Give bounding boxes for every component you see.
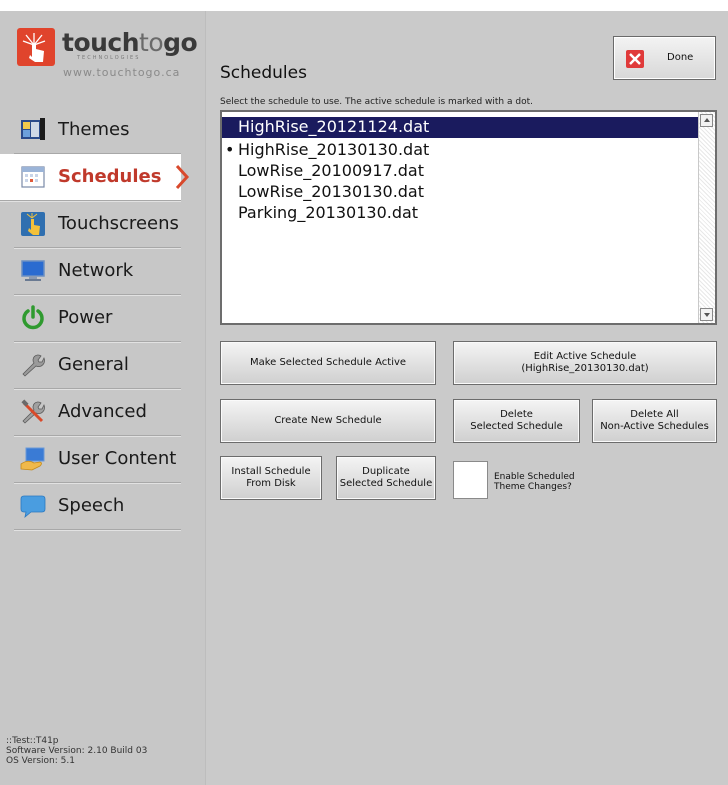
sidebar-item-label: Schedules: [58, 166, 162, 187]
make-active-button[interactable]: Make Selected Schedule Active: [220, 341, 436, 385]
schedule-list[interactable]: HighRise_20121124.dat • HighRise_2013013…: [220, 110, 717, 325]
sidebar-item-label: Themes: [58, 119, 130, 140]
sidebar-item-network[interactable]: Network: [14, 248, 181, 295]
create-new-label: Create New Schedule: [274, 415, 382, 426]
schedule-name: HighRise_20130130.dat: [238, 140, 430, 159]
scroll-down-button[interactable]: [700, 308, 713, 321]
speech-bubble-icon: [20, 495, 46, 519]
device-name: ::Test::T41p: [6, 736, 59, 746]
list-item[interactable]: LowRise_20100917.dat: [222, 161, 698, 182]
duplicate-button[interactable]: Duplicate Selected Schedule: [336, 456, 436, 500]
touch-hand-logo-icon: [17, 28, 55, 66]
sidebar-item-label: Network: [58, 260, 134, 281]
sidebar-item-label: User Content: [58, 448, 177, 469]
monitor-icon: [21, 260, 45, 281]
close-icon: [626, 50, 644, 68]
software-version: Software Version: 2.10 Build 03: [6, 746, 148, 756]
enable-theme-changes-label: Enable Scheduled Theme Changes?: [494, 472, 575, 492]
brand-wordmark: touchtogo: [62, 28, 198, 57]
sidebar-item-schedules[interactable]: Schedules: [0, 154, 190, 201]
edit-active-button[interactable]: Edit Active Schedule (HighRise_20130130.…: [453, 341, 717, 385]
active-marker: •: [225, 140, 235, 159]
delete-all-button[interactable]: Delete All Non-Active Schedules: [592, 399, 717, 443]
schedule-name: Parking_20130130.dat: [238, 203, 419, 222]
list-item[interactable]: Parking_20130130.dat: [222, 203, 698, 224]
app-window: touchtogo TECHNOLOGIES www.touchtogo.ca …: [0, 11, 728, 785]
schedule-name: LowRise_20130130.dat: [238, 182, 425, 201]
schedule-name: HighRise_20121124.dat: [238, 117, 430, 136]
page-title: Schedules: [220, 63, 307, 83]
main-panel: Schedules Done Select the schedule to us…: [206, 11, 728, 785]
chevron-right-icon: [175, 164, 190, 190]
list-item[interactable]: LowRise_20130130.dat: [222, 182, 698, 203]
sidebar-item-user-content[interactable]: User Content: [14, 436, 181, 483]
sidebar-nav: Themes Schedules Touchscreens Network Po…: [0, 107, 190, 530]
sidebar-item-label: Touchscreens: [58, 213, 179, 234]
wrench-icon: [22, 354, 45, 377]
install-from-disk-button[interactable]: Install Schedule From Disk: [220, 456, 322, 500]
brand-url: www.touchtogo.ca: [63, 66, 181, 79]
delete-selected-label: Delete Selected Schedule: [470, 409, 563, 432]
calendar-icon: [21, 166, 45, 188]
sidebar-item-touchscreens[interactable]: Touchscreens: [14, 201, 181, 248]
sidebar-item-label: Power: [58, 307, 113, 328]
sidebar: touchtogo TECHNOLOGIES www.touchtogo.ca …: [0, 11, 206, 785]
scroll-up-button[interactable]: [700, 114, 713, 127]
install-from-disk-label: Install Schedule From Disk: [231, 466, 311, 489]
list-item[interactable]: • HighRise_20130130.dat: [222, 140, 698, 161]
sidebar-item-power[interactable]: Power: [14, 295, 181, 342]
power-icon: [22, 305, 44, 330]
touch-icon: [21, 212, 45, 236]
sidebar-item-label: Advanced: [58, 401, 147, 422]
make-active-label: Make Selected Schedule Active: [249, 357, 407, 368]
os-version: OS Version: 5.1: [6, 756, 75, 766]
sidebar-item-themes[interactable]: Themes: [14, 107, 181, 154]
instruction-text: Select the schedule to use. The active s…: [220, 97, 533, 107]
top-border: [0, 0, 728, 11]
themes-icon: [21, 118, 45, 140]
create-new-button[interactable]: Create New Schedule: [220, 399, 436, 443]
delete-selected-button[interactable]: Delete Selected Schedule: [453, 399, 580, 443]
sidebar-item-speech[interactable]: Speech: [14, 483, 181, 530]
schedule-name: LowRise_20100917.dat: [238, 161, 425, 180]
user-content-icon: [20, 447, 45, 471]
version-status: ::Test::T41p Software Version: 2.10 Buil…: [6, 736, 147, 766]
done-button[interactable]: Done: [613, 36, 716, 80]
edit-active-label: Edit Active Schedule (HighRise_20130130.…: [521, 351, 649, 374]
done-label: Done: [667, 52, 694, 63]
tools-icon: [21, 399, 45, 424]
delete-all-label: Delete All Non-Active Schedules: [600, 409, 709, 432]
list-item[interactable]: HighRise_20121124.dat: [222, 117, 698, 138]
enable-theme-changes-checkbox[interactable]: [453, 461, 488, 499]
sidebar-item-advanced[interactable]: Advanced: [14, 389, 181, 436]
sidebar-item-general[interactable]: General: [14, 342, 181, 389]
brand-logo: touchtogo TECHNOLOGIES www.touchtogo.ca: [17, 28, 198, 88]
sidebar-item-label: Speech: [58, 495, 125, 516]
sidebar-item-label: General: [58, 354, 129, 375]
brand-subtitle: TECHNOLOGIES: [77, 55, 141, 61]
list-scrollbar[interactable]: [698, 112, 715, 323]
duplicate-label: Duplicate Selected Schedule: [339, 466, 433, 489]
